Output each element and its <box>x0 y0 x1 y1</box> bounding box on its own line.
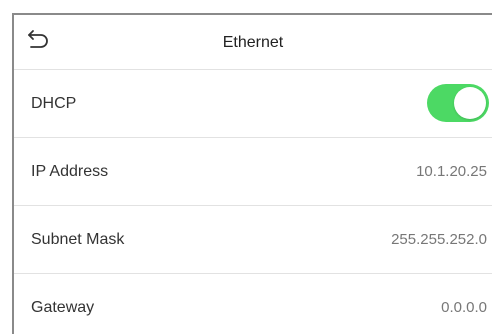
gateway-value: 0.0.0.0 <box>441 299 487 316</box>
subnet-mask-row[interactable]: Subnet Mask 255.255.252.0 <box>14 206 492 274</box>
page-title: Ethernet <box>222 34 284 51</box>
subnet-mask-value: 255.255.252.0 <box>391 231 487 248</box>
gateway-row[interactable]: Gateway 0.0.0.0 <box>14 274 492 334</box>
gateway-label: Gateway <box>31 299 95 316</box>
dhcp-label: DHCP <box>31 95 77 112</box>
dhcp-row: DHCP <box>14 70 492 138</box>
back-arrow-icon <box>25 27 51 56</box>
header-bar: Ethernet <box>14 15 492 70</box>
dhcp-toggle[interactable] <box>427 84 489 122</box>
ip-address-row[interactable]: IP Address 10.1.20.25 <box>14 138 492 206</box>
ip-address-label: IP Address <box>31 163 109 180</box>
subnet-mask-label: Subnet Mask <box>31 231 125 248</box>
back-button[interactable] <box>24 28 52 54</box>
toggle-knob <box>454 87 486 119</box>
ethernet-settings-screen: Ethernet DHCP IP Address 10.1.20.25 Subn… <box>12 13 492 334</box>
ip-address-value: 10.1.20.25 <box>416 163 487 180</box>
